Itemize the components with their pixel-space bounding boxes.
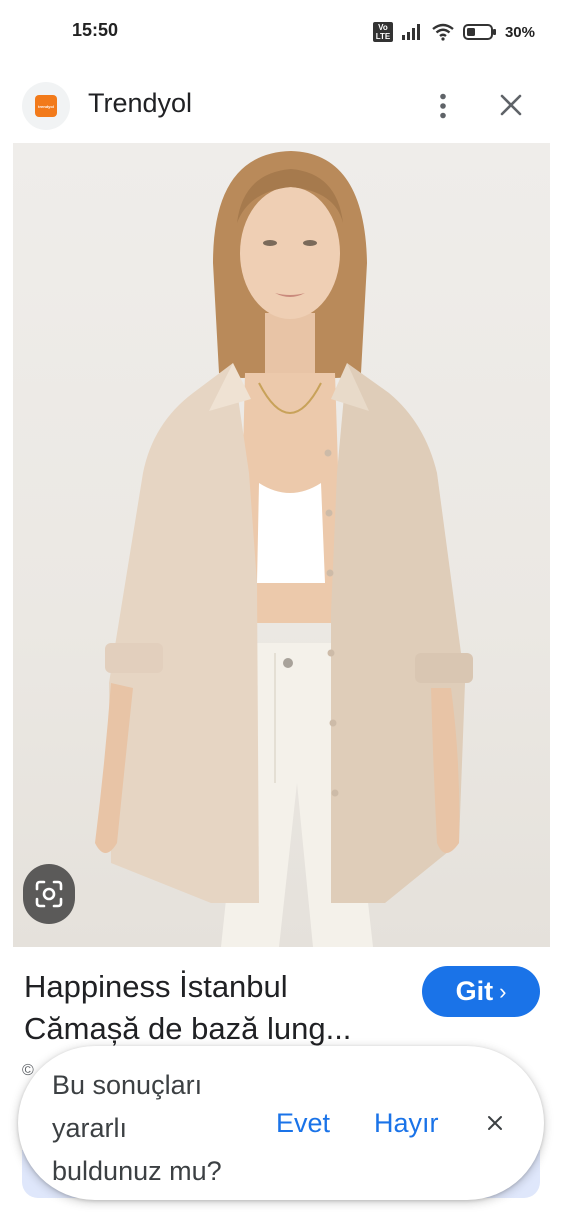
- battery-icon: [462, 24, 496, 40]
- more-vert-icon: [440, 93, 446, 119]
- feedback-prompt: Bu sonuçları yararlı buldunuz mu? Evet H…: [18, 1046, 544, 1200]
- result-header: trendyol Trendyol: [0, 72, 563, 138]
- close-button[interactable]: [494, 88, 528, 122]
- volte-badge: Vo LTE: [372, 22, 393, 42]
- status-bar: 15:50 Vo LTE 30%: [0, 0, 563, 64]
- feedback-question-line3: buldunuz mu?: [52, 1156, 222, 1186]
- product-image[interactable]: [13, 143, 550, 947]
- feedback-no-button[interactable]: Hayır: [374, 1108, 439, 1139]
- site-logo: trendyol: [22, 82, 70, 130]
- close-icon: [488, 1116, 502, 1130]
- status-time: 15:50: [72, 20, 119, 40]
- google-lens-button[interactable]: [23, 864, 75, 924]
- product-title-line2: Cămașă de bază lung...: [24, 1011, 352, 1046]
- close-icon: [500, 94, 522, 116]
- feedback-question: Bu sonuçları yararlı buldunuz mu?: [52, 1064, 252, 1193]
- status-icons: Vo LTE 30%: [372, 20, 535, 44]
- chevron-right-icon: ›: [499, 978, 507, 1004]
- site-title: Trendyol: [88, 88, 193, 118]
- model-photo: [95, 151, 473, 947]
- more-options-button[interactable]: [428, 86, 458, 126]
- logo-text: trendyol: [38, 103, 54, 109]
- visit-button[interactable]: Git ›: [422, 966, 540, 1017]
- feedback-yes-button[interactable]: Evet: [276, 1108, 330, 1139]
- google-lens-icon: [35, 880, 63, 908]
- feedback-question-line1: Bu sonuçları: [52, 1070, 203, 1100]
- trendyol-logo-icon: trendyol: [35, 95, 57, 117]
- signal-icon: [401, 24, 420, 40]
- wifi-icon: [432, 23, 454, 41]
- visit-label: Git: [455, 976, 494, 1006]
- product-title-line1: Happiness İstanbul: [24, 969, 288, 1004]
- battery-percent: 30%: [504, 23, 535, 41]
- feedback-question-line2: yararlı: [52, 1113, 128, 1143]
- feedback-dismiss-button[interactable]: [480, 1108, 510, 1138]
- product-title[interactable]: Happiness İstanbul Cămașă de bază lung..…: [24, 966, 404, 1050]
